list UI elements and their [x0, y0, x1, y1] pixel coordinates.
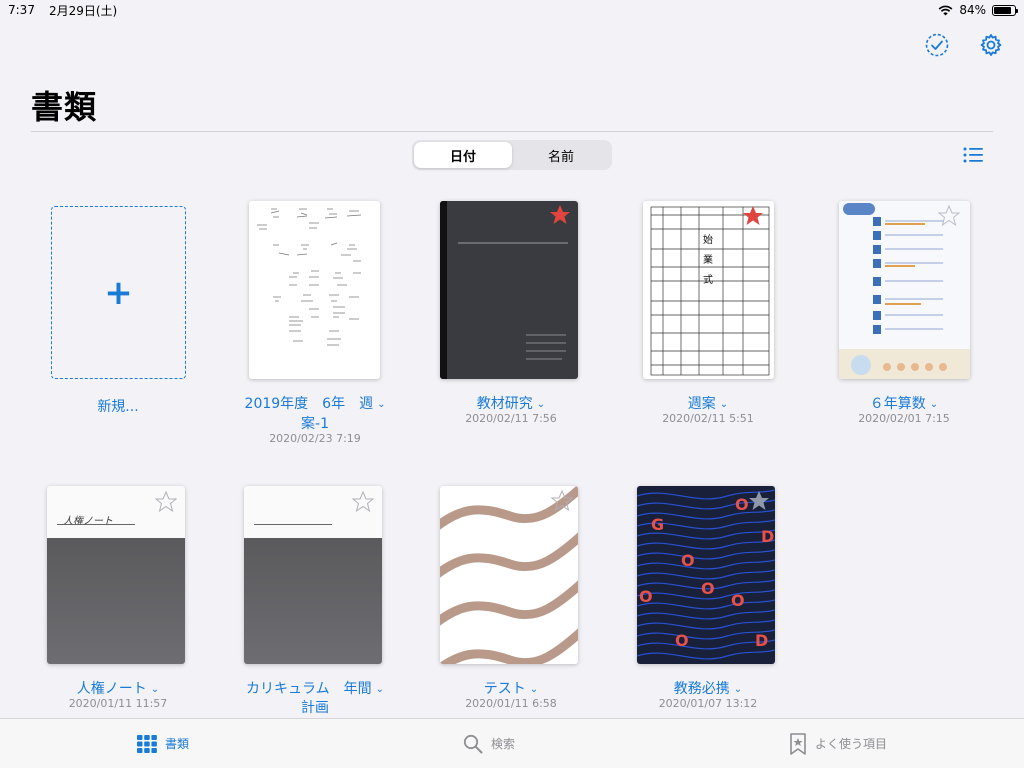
notebook-cover-stripe — [47, 538, 185, 664]
document-title-line2[interactable]: 計画 — [217, 698, 413, 718]
svg-text:業: 業 — [703, 253, 713, 266]
chevron-down-icon[interactable]: ⌄ — [734, 684, 742, 695]
document-cover-handwritten[interactable] — [249, 201, 380, 379]
new-document-button[interactable]: + — [51, 206, 186, 379]
tab-bar: 書類 検索 よく使う項目 — [0, 718, 1024, 768]
document-title-line1: 2019年度 6年 週 — [244, 396, 374, 412]
tab-favorites[interactable]: よく使う項目 — [789, 732, 887, 755]
worksheet-image — [839, 201, 970, 379]
favorite-star-icon — [749, 491, 769, 510]
favorite-star-outline-icon[interactable] — [352, 490, 374, 512]
svg-text:O: O — [681, 551, 695, 570]
document-title-text: 週案 — [687, 396, 716, 412]
document-cover-wavy[interactable] — [440, 486, 578, 664]
plus-icon: + — [104, 272, 133, 313]
wifi-icon — [938, 5, 953, 15]
svg-text:始: 始 — [703, 233, 713, 246]
tab-favorites-label: よく使う項目 — [814, 737, 887, 751]
select-check-icon[interactable] — [924, 32, 950, 58]
header-divider — [31, 131, 993, 132]
chevron-down-icon[interactable]: ⌄ — [376, 684, 384, 695]
gear-icon[interactable] — [978, 32, 1004, 58]
status-bar: 7:37 2月29日(土) 84% — [0, 0, 1024, 20]
status-right: 84% — [938, 3, 1018, 17]
favorite-star-icon — [743, 206, 763, 225]
document-date: 2020/02/23 7:19 — [269, 432, 361, 445]
chevron-down-icon[interactable]: ⌄ — [377, 399, 385, 410]
sort-by-name[interactable]: 名前 — [512, 142, 610, 168]
svg-text:D: D — [761, 527, 774, 546]
tab-search-label: 検索 — [490, 737, 515, 751]
top-toolbar — [924, 32, 1004, 58]
document-date: 2020/01/11 6:58 — [465, 697, 557, 710]
tab-documents-label: 書類 — [164, 737, 189, 751]
svg-text:O: O — [731, 591, 745, 610]
battery-percent: 84% — [959, 3, 986, 17]
chevron-down-icon[interactable]: ⌄ — [930, 399, 938, 410]
svg-text:G: G — [651, 515, 664, 534]
wavy-pattern-image — [440, 486, 578, 664]
document-title-text: 教材研究 — [476, 396, 533, 412]
document-cover-gray-notebook[interactable]: 人権ノート — [47, 486, 185, 664]
document-cover-dark-notebook[interactable] — [440, 201, 578, 379]
sort-segmented-control: 日付 名前 — [412, 140, 612, 170]
chevron-down-icon[interactable]: ⌄ — [530, 684, 538, 695]
svg-text:O: O — [675, 631, 689, 650]
bookmark-star-icon — [790, 732, 806, 755]
document-cover-gray-notebook[interactable] — [244, 486, 382, 664]
document-date: 2020/01/11 11:57 — [68, 697, 168, 710]
battery-icon — [992, 4, 1018, 16]
document-date: 2020/02/11 7:56 — [465, 412, 557, 425]
document-title-text: ６年算数 — [869, 396, 926, 412]
table-form-image: 始 業 式 — [650, 206, 770, 376]
document-title-text: 人権ノート — [76, 681, 147, 697]
tab-search[interactable]: 検索 — [463, 734, 515, 754]
svg-text:式: 式 — [703, 273, 713, 286]
document-date: 2020/02/11 5:51 — [662, 412, 754, 425]
document-title-line2[interactable]: 案-1 — [217, 414, 413, 434]
svg-text:O: O — [701, 579, 715, 598]
document-title[interactable]: カリキュラム 年間 ⌄ — [217, 679, 413, 700]
chevron-down-icon[interactable]: ⌄ — [151, 684, 159, 695]
notebook-cover-underline — [57, 524, 135, 525]
handwriting-image — [257, 208, 362, 346]
new-document-label[interactable]: 新規... — [20, 396, 216, 416]
document-title-text: 教務必携 — [673, 681, 730, 697]
good-pattern-image: GOD OOO OO D — [637, 489, 775, 660]
svg-text:O: O — [639, 587, 653, 606]
list-view-icon[interactable] — [962, 145, 984, 165]
chevron-down-icon[interactable]: ⌄ — [720, 399, 728, 410]
grid-icon — [136, 734, 157, 753]
page-title: 書類 — [31, 88, 98, 126]
sort-by-date[interactable]: 日付 — [414, 142, 512, 168]
document-title-text: テスト — [483, 681, 526, 697]
notebook-cover-image — [440, 201, 570, 379]
status-time: 7:37 — [8, 3, 35, 17]
document-date: 2020/02/01 7:15 — [858, 412, 950, 425]
search-icon — [463, 734, 483, 753]
document-cover-worksheet[interactable] — [839, 201, 970, 379]
status-date: 2月29日(土) — [48, 3, 118, 18]
document-cover-good[interactable]: GOD OOO OOD — [637, 486, 775, 664]
favorite-star-icon — [550, 205, 570, 224]
svg-text:O: O — [735, 495, 749, 514]
document-cover-table-form[interactable]: 始 業 式 — [643, 201, 774, 379]
svg-text:D: D — [755, 631, 768, 650]
document-date: 2020/01/07 13:12 — [658, 697, 758, 710]
favorite-star-outline-icon[interactable] — [155, 490, 177, 512]
chevron-down-icon[interactable]: ⌄ — [537, 399, 545, 410]
notebook-cover-stripe — [244, 538, 382, 664]
document-title[interactable]: 2019年度 6年 週 ⌄ — [217, 394, 413, 415]
tab-documents[interactable]: 書類 — [136, 734, 189, 753]
document-title-text: カリキュラム 年間 — [246, 681, 372, 697]
notebook-cover-underline — [254, 524, 332, 525]
